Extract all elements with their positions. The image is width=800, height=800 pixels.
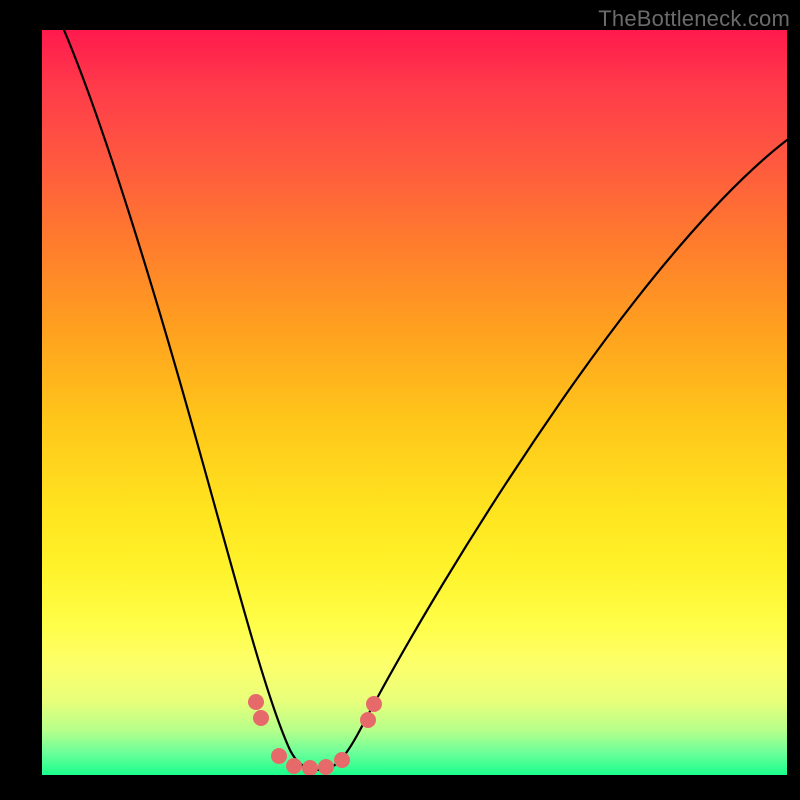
curve-path — [64, 30, 787, 770]
marker-dot — [366, 696, 382, 712]
marker-dot — [286, 758, 302, 774]
marker-dot — [248, 694, 264, 710]
marker-dot — [318, 759, 334, 775]
marker-dot — [360, 712, 376, 728]
chart-frame: TheBottleneck.com — [0, 0, 800, 800]
watermark-text: TheBottleneck.com — [598, 6, 790, 32]
plot-area — [42, 30, 787, 775]
marker-dot — [302, 760, 318, 775]
bottleneck-curve — [42, 30, 787, 775]
marker-dot — [271, 748, 287, 764]
marker-dot — [253, 710, 269, 726]
marker-dot — [334, 752, 350, 768]
